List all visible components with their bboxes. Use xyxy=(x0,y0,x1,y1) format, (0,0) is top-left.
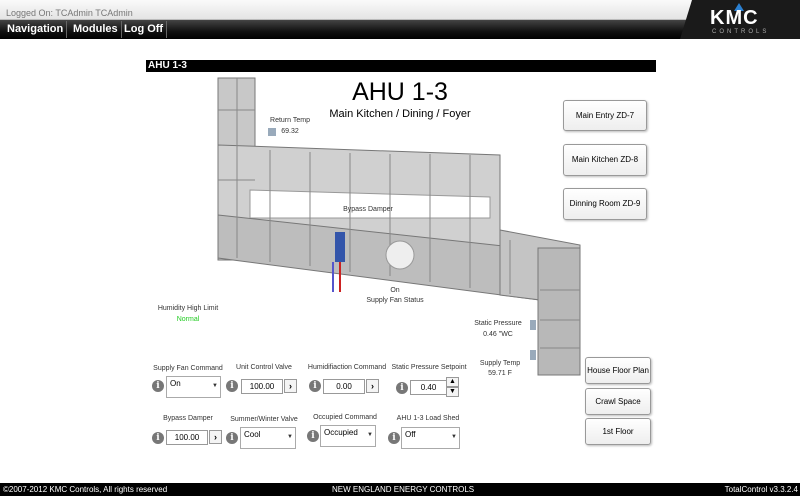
company-text: NEW ENGLAND ENERGY CONTROLS xyxy=(332,485,475,494)
supply-temp-label: Supply Temp xyxy=(479,360,521,367)
info-icon[interactable]: i xyxy=(388,432,400,444)
supply-temp-sensor-icon xyxy=(530,350,536,360)
bypass-damper-input[interactable]: 100.00 xyxy=(166,430,208,445)
static-pressure-setpoint-label: Static Pressure Setpoint xyxy=(391,364,467,371)
static-pressure-label: Static Pressure xyxy=(474,320,522,327)
info-icon[interactable]: i xyxy=(309,380,321,392)
submit-arrow-icon[interactable]: › xyxy=(209,430,222,444)
select-value: Cool xyxy=(244,430,261,439)
humidification-command-input[interactable]: 0.00 xyxy=(323,379,365,394)
stepper-down-icon[interactable]: ▼ xyxy=(446,387,459,397)
select-value: Off xyxy=(405,430,416,439)
chevron-down-icon: ▼ xyxy=(367,432,373,438)
info-icon[interactable]: i xyxy=(152,432,164,444)
zone-main-entry-button[interactable]: Main Entry ZD-7 xyxy=(563,100,647,131)
load-shed-label: AHU 1-3 Load Shed xyxy=(396,415,460,422)
humidity-limit-value: Normal xyxy=(176,316,200,323)
copyright-text: ©2007-2012 KMC Controls, All rights rese… xyxy=(3,485,168,494)
select-value: On xyxy=(170,379,181,388)
zone-dining-room-button[interactable]: Dinning Room ZD-9 xyxy=(563,188,647,220)
static-pressure-value: 0.46 "WC xyxy=(483,331,513,338)
stepper-up-icon[interactable]: ▲ xyxy=(446,377,459,387)
unit-control-valve-input[interactable]: 100.00 xyxy=(241,379,283,394)
bypass-damper-label: Bypass Damper xyxy=(343,206,393,213)
submit-arrow-icon[interactable]: › xyxy=(284,379,297,393)
chevron-down-icon: ▼ xyxy=(212,383,218,389)
info-icon[interactable]: i xyxy=(152,380,164,392)
footer: ©2007-2012 KMC Controls, All rights rese… xyxy=(0,483,800,496)
return-temp-label: Return Temp xyxy=(270,117,310,124)
static-pressure-setpoint-input[interactable]: 0.40 xyxy=(410,380,447,395)
version-text: TotalControl v3.3.2.4 xyxy=(724,485,798,494)
info-icon[interactable]: i xyxy=(307,430,319,442)
info-icon[interactable]: i xyxy=(226,380,238,392)
chevron-down-icon: ▼ xyxy=(287,434,293,440)
chevron-down-icon: ▼ xyxy=(451,434,457,440)
static-pressure-sensor-icon xyxy=(530,320,536,330)
select-value: Occupied xyxy=(324,428,358,437)
supply-fan-icon xyxy=(385,240,415,270)
coil-icon xyxy=(335,232,345,262)
return-temp-value: 69.32 xyxy=(281,128,299,135)
summer-winter-valve-select[interactable]: Cool ▼ xyxy=(240,427,296,449)
crawl-space-button[interactable]: Crawl Space xyxy=(585,388,651,415)
fan-status-label: Supply Fan Status xyxy=(366,297,424,304)
load-shed-select[interactable]: Off ▼ xyxy=(401,427,460,449)
info-icon[interactable]: i xyxy=(226,432,238,444)
occupied-command-select[interactable]: Occupied ▼ xyxy=(320,425,376,447)
first-floor-button[interactable]: 1st Floor xyxy=(585,418,651,445)
house-floor-plan-button[interactable]: House Floor Plan xyxy=(585,357,651,384)
info-icon[interactable]: i xyxy=(396,382,408,394)
supply-temp-value: 59.71 F xyxy=(488,370,512,377)
zone-main-kitchen-button[interactable]: Main Kitchen ZD-8 xyxy=(563,144,647,176)
supply-fan-command-select[interactable]: On ▼ xyxy=(166,376,221,398)
submit-arrow-icon[interactable]: › xyxy=(366,379,379,393)
fan-status-value: On xyxy=(390,287,400,294)
humidity-limit-label: Humidity High Limit xyxy=(157,305,219,312)
